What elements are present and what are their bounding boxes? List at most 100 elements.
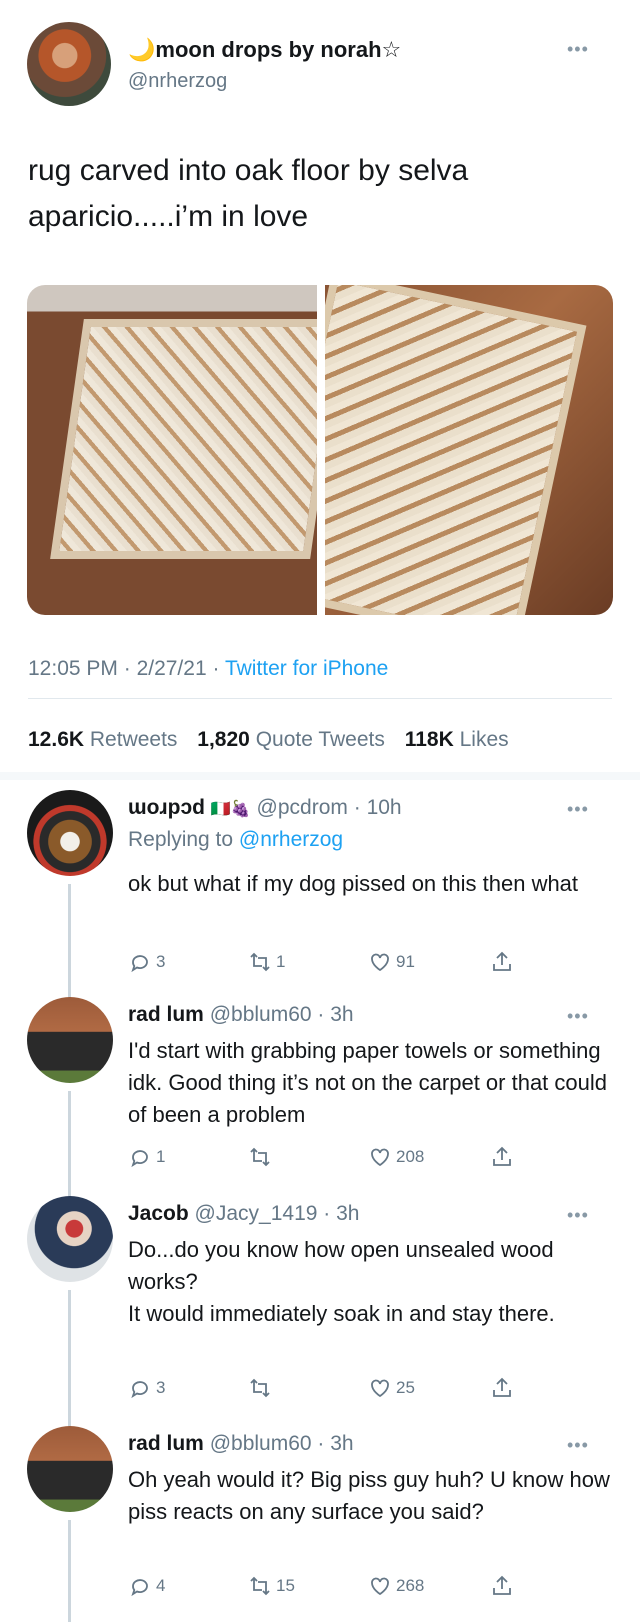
retweet-icon [250, 1147, 270, 1167]
tweet-text: rug carved into oak floor by selva apari… [28, 148, 608, 240]
share-icon [493, 951, 511, 971]
like-count: 25 [396, 1378, 415, 1397]
replying-to: Replying to @nrherzog [128, 828, 344, 851]
retweet-button[interactable] [248, 1145, 276, 1169]
tweet-stats: 12.6K Retweets 1,820 Quote Tweets 118K L… [28, 728, 523, 752]
reply-tweet[interactable]: rad lum @bblum60 · 3h ••• I'd start with… [0, 987, 640, 1191]
reply-button[interactable]: 1 [128, 1145, 165, 1169]
reply-button[interactable]: 3 [128, 950, 165, 974]
reply-time: 10h [366, 796, 402, 819]
reply-tweet[interactable]: rad lum @bblum60 · 3h ••• Oh yeah would … [0, 1416, 640, 1622]
reply-button[interactable]: 4 [128, 1574, 165, 1598]
retweet-icon [250, 1576, 270, 1596]
more-icon[interactable]: ••• [567, 1206, 589, 1224]
share-button[interactable] [490, 1574, 514, 1598]
share-icon [493, 1377, 511, 1397]
reply-avatar[interactable] [27, 1196, 113, 1282]
retweet-button[interactable]: 1 [248, 950, 285, 974]
reply-header: rad lum @bblum60 · 3h [128, 1003, 354, 1026]
reply-author-name[interactable]: rad lum [128, 1432, 204, 1455]
tweet-meta: 12:05 PM · 2/27/21 · Twitter for iPhone [28, 657, 389, 680]
carved-rug-image [325, 285, 587, 615]
retweets-stat[interactable]: 12.6K Retweets [28, 728, 177, 751]
like-icon [371, 1577, 389, 1596]
tweet-time: 12:05 PM [28, 657, 118, 680]
author-avatar[interactable] [27, 22, 111, 106]
section-separator [0, 772, 640, 780]
reply-text-paragraph: It would immediately soak in and stay th… [128, 1301, 555, 1326]
rug-photo-left[interactable] [27, 285, 317, 615]
share-icon [493, 1575, 511, 1595]
like-button[interactable]: 91 [368, 950, 415, 974]
like-button[interactable]: 208 [368, 1145, 424, 1169]
retweet-button[interactable]: 15 [248, 1574, 295, 1598]
reply-button[interactable]: 3 [128, 1376, 165, 1400]
share-button[interactable] [490, 950, 514, 974]
reply-text: Do...do you know how open unsealed wood … [128, 1234, 618, 1330]
reply-text: I'd start with grabbing paper towels or … [128, 1038, 608, 1127]
tweet-text-line: rug carved into oak floor by selva [28, 154, 469, 187]
thread-line [68, 1520, 71, 1622]
like-icon [371, 1148, 389, 1167]
reply-author-handle[interactable]: @Jacy_1419 [195, 1202, 318, 1225]
reply-author-flags: 🇮🇹🍇 [210, 801, 251, 818]
more-icon[interactable]: ••• [567, 40, 589, 58]
like-count: 268 [396, 1576, 425, 1595]
retweet-count: 1 [276, 952, 286, 971]
reply-tweet[interactable]: ɯoɹpɔd 🇮🇹🍇 @pcdrom · 10h ••• Replying to… [0, 790, 640, 994]
reply-author-name[interactable]: ɯoɹpɔd [128, 796, 205, 819]
reply-icon [131, 955, 148, 973]
reply-icon [131, 1579, 148, 1597]
replying-to-link[interactable]: @nrherzog [239, 828, 343, 851]
reply-author-name[interactable]: rad lum [128, 1003, 204, 1026]
retweet-button[interactable] [248, 1376, 276, 1400]
like-button[interactable]: 25 [368, 1376, 415, 1400]
reply-count: 3 [156, 952, 166, 971]
more-icon[interactable]: ••• [567, 1007, 589, 1025]
reply-author-handle[interactable]: @bblum60 [210, 1003, 312, 1026]
reply-author-handle[interactable]: @bblum60 [210, 1432, 312, 1455]
reply-avatar[interactable] [27, 1426, 113, 1512]
share-button[interactable] [490, 1145, 514, 1169]
share-button[interactable] [490, 1376, 514, 1400]
reply-avatar[interactable] [27, 790, 113, 876]
like-icon [371, 953, 389, 972]
reply-time: 3h [330, 1432, 354, 1455]
more-icon[interactable]: ••• [567, 1436, 589, 1454]
quote-tweets-stat[interactable]: 1,820 Quote Tweets [197, 728, 385, 751]
retweet-count: 15 [276, 1576, 295, 1595]
like-count: 91 [396, 952, 415, 971]
like-button[interactable]: 268 [368, 1574, 424, 1598]
thread-line [68, 1290, 71, 1420]
author-handle[interactable]: @nrherzog [128, 70, 227, 93]
divider [28, 698, 612, 699]
reply-actions: 4 15 268 [128, 1574, 548, 1602]
retweet-icon [250, 1378, 270, 1398]
reply-header: ɯoɹpɔd 🇮🇹🍇 @pcdrom · 10h [128, 796, 402, 819]
reply-header: Jacob @Jacy_1419 · 3h [128, 1202, 360, 1225]
reply-tweet[interactable]: Jacob @Jacy_1419 · 3h ••• Do...do you kn… [0, 1186, 640, 1420]
reply-author-handle[interactable]: @pcdrom [257, 796, 348, 819]
reply-icon [131, 1150, 148, 1168]
reply-avatar[interactable] [27, 997, 113, 1083]
reply-actions: 1 208 [128, 1145, 548, 1173]
share-icon [493, 1146, 511, 1166]
reply-time: 3h [336, 1202, 360, 1225]
thread-line [68, 884, 71, 994]
likes-stat[interactable]: 118K Likes [405, 728, 509, 751]
rug-photo-right[interactable] [325, 285, 613, 615]
author-name[interactable]: 🌙moon drops by norah☆ [128, 37, 401, 63]
more-icon[interactable]: ••• [567, 800, 589, 818]
tweet-date: 2/27/21 [136, 657, 207, 680]
like-icon [371, 1379, 389, 1398]
reply-actions: 3 25 [128, 1376, 548, 1404]
tweet-source-link[interactable]: Twitter for iPhone [225, 657, 388, 680]
thread-line [68, 1091, 71, 1191]
retweet-icon [250, 952, 270, 972]
reply-author-name[interactable]: Jacob [128, 1202, 189, 1225]
reply-count: 4 [156, 1576, 166, 1595]
reply-icon [131, 1381, 148, 1399]
reply-count: 3 [156, 1378, 166, 1397]
reply-text: ok but what if my dog pissed on this the… [128, 871, 579, 896]
main-tweet: 🌙moon drops by norah☆ @nrherzog ••• rug … [0, 0, 640, 772]
